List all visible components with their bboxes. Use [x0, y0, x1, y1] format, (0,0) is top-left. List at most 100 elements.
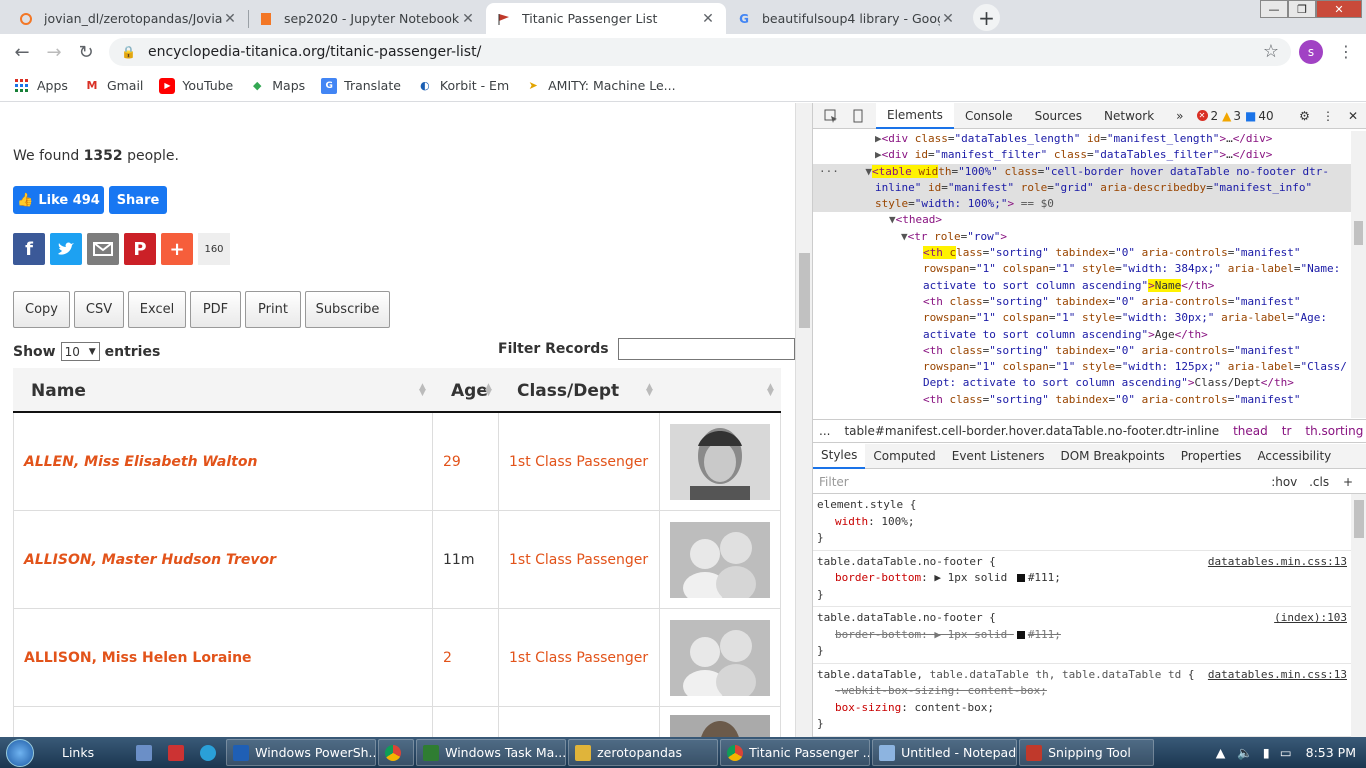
- breadcrumb-item[interactable]: ...: [819, 424, 830, 438]
- media-icon[interactable]: [162, 739, 192, 766]
- passenger-photo[interactable]: [670, 522, 770, 598]
- tab-console[interactable]: Console: [954, 103, 1024, 129]
- twitter-icon[interactable]: [50, 233, 82, 265]
- bookmark-gmail[interactable]: M Gmail: [84, 78, 143, 94]
- passenger-class[interactable]: 1st Class Passenger: [498, 609, 659, 707]
- tab-sources[interactable]: Sources: [1024, 103, 1093, 129]
- sort-icon[interactable]: ▲ ▼: [419, 383, 426, 398]
- close-icon[interactable]: ✕: [460, 11, 476, 27]
- facebook-share-button[interactable]: Share: [109, 186, 167, 214]
- more-options-icon[interactable]: ⋮: [1316, 103, 1340, 129]
- css-source-link[interactable]: (index):103: [1274, 610, 1347, 627]
- filter-input[interactable]: [617, 338, 795, 360]
- passenger-name[interactable]: ALLISON, Miss Helen Loraine: [13, 609, 432, 707]
- close-icon[interactable]: ✕: [700, 11, 716, 27]
- breadcrumb-item[interactable]: thead: [1233, 424, 1268, 438]
- dom-node-selected[interactable]: ··· ▼<table width="100%" class="cell-bor…: [813, 163, 1351, 213]
- bookmark-youtube[interactable]: ▶ YouTube: [159, 77, 233, 94]
- start-button[interactable]: [0, 737, 40, 768]
- excel-button[interactable]: Excel: [128, 291, 186, 328]
- css-rule[interactable]: element.style { width: 100%; }: [813, 494, 1351, 551]
- profile-avatar[interactable]: s: [1299, 40, 1323, 64]
- passenger-class[interactable]: 1st Class Passenger: [498, 511, 659, 609]
- forward-arrow-icon[interactable]: →: [38, 36, 70, 68]
- minimize-icon[interactable]: —: [1260, 0, 1288, 18]
- add-rule-icon[interactable]: +: [1343, 475, 1353, 489]
- tab-styles[interactable]: Styles: [813, 443, 866, 469]
- tab-titanic[interactable]: Titanic Passenger List ✕: [486, 3, 726, 34]
- styles-filter-input[interactable]: Filter :hov .cls +: [813, 470, 1366, 494]
- close-icon[interactable]: ✕: [222, 11, 238, 27]
- entries-select[interactable]: 10 ▼: [60, 342, 100, 361]
- dom-tree[interactable]: ▶<div class="dataTables_length" id="mani…: [813, 131, 1351, 418]
- tab-network[interactable]: Network: [1093, 103, 1165, 129]
- breadcrumb-item[interactable]: th.sorting: [1305, 424, 1363, 438]
- scroll-thumb[interactable]: [1354, 221, 1363, 245]
- restore-icon[interactable]: ❐: [1288, 0, 1316, 18]
- plus-share-icon[interactable]: +: [161, 233, 193, 265]
- show-desktop-icon[interactable]: [130, 739, 160, 766]
- tab-properties[interactable]: Properties: [1173, 444, 1250, 469]
- breadcrumb-item[interactable]: tr: [1282, 424, 1292, 438]
- dom-node[interactable]: <th class="sorting" tabindex="0" aria-co…: [813, 392, 1351, 408]
- battery-icon[interactable]: ▭: [1280, 745, 1292, 760]
- dom-node[interactable]: <th class="sorting" tabindex="0" aria-co…: [813, 245, 1351, 261]
- close-window-icon[interactable]: ✕: [1316, 0, 1362, 18]
- passenger-name[interactable]: ALLEN, Miss Elisabeth Walton: [13, 413, 432, 511]
- error-count[interactable]: ✕ 2: [1195, 103, 1221, 129]
- settings-gear-icon[interactable]: ⚙: [1293, 103, 1316, 129]
- taskbar-powershell[interactable]: Windows PowerSh...: [226, 739, 377, 766]
- dom-node[interactable]: ▶<div id="manifest_filter" class="dataTa…: [813, 147, 1351, 163]
- color-swatch[interactable]: [1016, 574, 1025, 582]
- css-source-link[interactable]: datatables.min.css:13: [1208, 667, 1347, 684]
- passenger-name[interactable]: [13, 707, 432, 737]
- bookmark-korbit[interactable]: ◐ Korbit - Em: [417, 78, 509, 94]
- passenger-class[interactable]: [498, 707, 659, 737]
- subscribe-button[interactable]: Subscribe: [305, 291, 390, 328]
- dom-node[interactable]: ▶<div class="dataTables_length" id="mani…: [813, 131, 1351, 147]
- links-toolbar[interactable]: Links: [56, 739, 100, 766]
- sort-icon[interactable]: ▲ ▼: [646, 383, 653, 398]
- css-source-link[interactable]: datatables.min.css:13: [1208, 554, 1347, 571]
- dom-node[interactable]: ▼<tr role="row">: [813, 229, 1351, 245]
- passenger-class[interactable]: 1st Class Passenger: [498, 413, 659, 511]
- close-icon[interactable]: ✕: [940, 11, 956, 27]
- bookmark-apps[interactable]: Apps: [14, 78, 68, 94]
- passenger-age[interactable]: 29: [432, 413, 498, 511]
- csv-button[interactable]: CSV: [74, 291, 124, 328]
- sort-icon[interactable]: ▲ ▼: [485, 383, 492, 398]
- page-scrollbar[interactable]: [795, 103, 812, 737]
- taskbar-task-manager[interactable]: Windows Task Ma...: [416, 739, 567, 766]
- taskbar-notepad[interactable]: Untitled - Notepad: [872, 739, 1018, 766]
- reload-icon[interactable]: ↻: [70, 36, 102, 68]
- back-arrow-icon[interactable]: ←: [6, 36, 38, 68]
- warning-count[interactable]: ▲ 3: [1220, 103, 1243, 129]
- breadcrumb-item[interactable]: table#manifest.cell-border.hover.dataTab…: [844, 424, 1219, 438]
- col-age-header[interactable]: Age: [451, 381, 488, 401]
- email-icon[interactable]: [87, 233, 119, 265]
- pinterest-icon[interactable]: P: [124, 233, 156, 265]
- col-name-header[interactable]: Name: [31, 381, 86, 401]
- sort-icon[interactable]: ▲ ▼: [767, 383, 774, 398]
- tray-arrow-icon[interactable]: ▲: [1216, 745, 1226, 760]
- tab-google[interactable]: G beautifulsoup4 library - Google S ✕: [726, 3, 966, 34]
- tab-event-listeners[interactable]: Event Listeners: [944, 444, 1053, 469]
- color-swatch[interactable]: [1016, 630, 1025, 639]
- menu-dots-icon[interactable]: ⋮: [1338, 42, 1354, 61]
- dom-node[interactable]: ▼<thead>: [813, 212, 1351, 228]
- cls-toggle[interactable]: .cls: [1309, 475, 1329, 489]
- passenger-name[interactable]: ALLISON, Master Hudson Trevor: [13, 511, 432, 609]
- passenger-age[interactable]: [432, 707, 498, 737]
- facebook-icon[interactable]: f: [13, 233, 45, 265]
- taskbar-chrome[interactable]: [378, 739, 415, 766]
- tab-elements[interactable]: Elements: [876, 102, 954, 129]
- passenger-photo[interactable]: [670, 620, 770, 696]
- hov-toggle[interactable]: :hov: [1271, 475, 1297, 489]
- styles-scrollbar[interactable]: [1351, 494, 1366, 737]
- copy-button[interactable]: Copy: [13, 291, 70, 328]
- passenger-photo[interactable]: [670, 715, 770, 737]
- dom-scrollbar[interactable]: [1351, 131, 1366, 418]
- bookmark-translate[interactable]: G Translate: [321, 77, 401, 94]
- bookmark-star-icon[interactable]: ☆: [1263, 41, 1279, 62]
- passenger-photo[interactable]: [670, 424, 770, 500]
